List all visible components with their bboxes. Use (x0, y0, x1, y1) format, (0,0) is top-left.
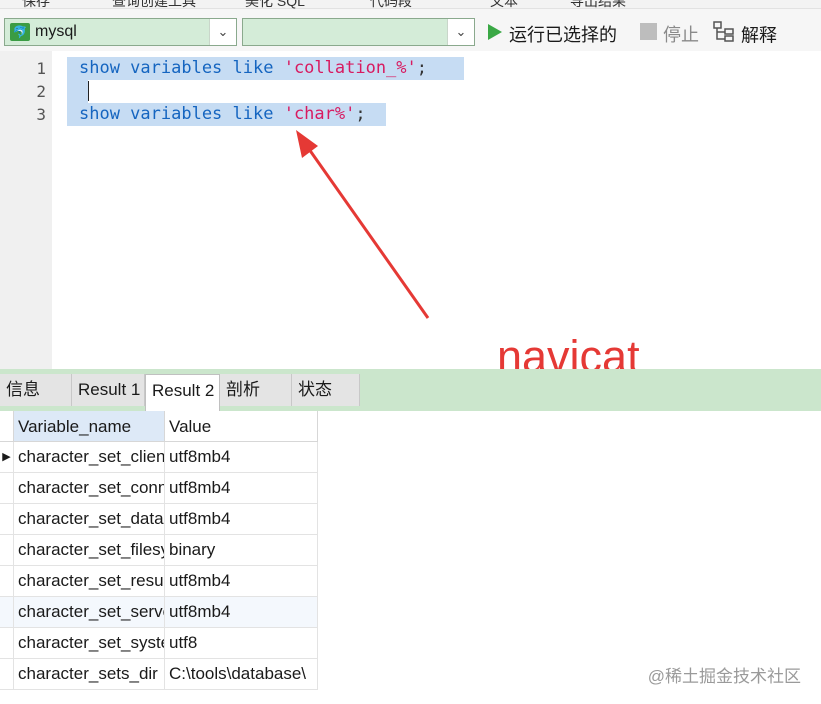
table-row[interactable]: character_sets_dir C:\tools\database\ (0, 659, 318, 690)
run-selected-button[interactable]: 运行已选择的 (487, 21, 617, 45)
annotation-arrow (296, 130, 430, 319)
line-number: 3 (36, 105, 46, 124)
tab-info[interactable]: 信息 (0, 374, 72, 406)
cell-variable-name[interactable]: character_set_database (14, 504, 165, 534)
tab-status[interactable]: 状态 (292, 374, 360, 406)
text-caret (88, 81, 89, 101)
cell-variable-name[interactable]: character_set_client (14, 442, 165, 472)
tab-label: Result 1 (78, 380, 141, 399)
row-marker[interactable] (0, 473, 14, 503)
tab-label: 信息 (6, 380, 40, 399)
tab-label: 剖析 (226, 380, 260, 399)
mysql-connection-icon: 🐬 (10, 23, 30, 41)
row-marker[interactable] (0, 628, 14, 658)
cell-value[interactable]: binary (165, 535, 318, 565)
cell-value[interactable]: utf8 (165, 628, 318, 658)
row-marker[interactable] (0, 504, 14, 534)
cell-variable-name[interactable]: character_sets_dir (14, 659, 165, 689)
connection-select[interactable]: 🐬 mysql ⌄ (4, 18, 237, 46)
cell-value[interactable]: C:\tools\database\ (165, 659, 318, 689)
sql-keywords: show variables like (79, 104, 284, 124)
current-row-marker-icon[interactable]: ▶ (0, 442, 14, 472)
line-number: 1 (36, 59, 46, 78)
cell-value[interactable]: utf8mb4 (165, 566, 318, 596)
table-row[interactable]: character_set_connectionutf8mb4 (0, 473, 318, 504)
cell-variable-name[interactable]: character_set_server (14, 597, 165, 627)
tab-result-1[interactable]: Result 1 (72, 374, 145, 406)
line-number: 2 (36, 82, 46, 101)
play-icon (487, 23, 503, 46)
row-header-corner (0, 411, 14, 442)
column-header[interactable]: Value (165, 411, 318, 442)
tab-label: Result 2 (152, 381, 215, 400)
tab-label: 状态 (298, 380, 332, 399)
tab-profile[interactable]: 剖析 (220, 374, 292, 406)
sql-terminator: ; (416, 58, 428, 78)
run-selected-label: 运行已选择的 (509, 25, 617, 45)
watermark: @稀土掘金技术社区 (647, 667, 801, 686)
cell-value[interactable]: utf8mb4 (165, 504, 318, 534)
row-marker[interactable] (0, 659, 14, 689)
selection-highlight (67, 80, 88, 103)
row-marker[interactable] (0, 566, 14, 596)
stop-icon (640, 23, 657, 45)
table-row[interactable]: character_set_systemutf8 (0, 628, 318, 659)
cell-value[interactable]: utf8mb4 (165, 597, 318, 627)
table-row[interactable]: character_set_results utf8mb4 (0, 566, 318, 597)
explain-label: 解释 (741, 25, 777, 46)
explain-tree-icon (713, 21, 735, 48)
chevron-down-icon[interactable]: ⌄ (209, 19, 236, 45)
chevron-down-icon[interactable]: ⌄ (447, 19, 474, 45)
line-number-gutter: 1 2 3 (0, 51, 52, 369)
explain-button[interactable]: 解释 (713, 21, 777, 48)
cell-variable-name[interactable]: character_set_system (14, 628, 165, 658)
column-header[interactable]: Variable_name (14, 411, 165, 442)
cell-variable-name[interactable]: character_set_filesystem (14, 535, 165, 565)
top-toolbar-strip: 保存 查询创建工具 美化 SQL 代码段 文本 导出结果 (0, 0, 821, 9)
database-select[interactable]: ⌄ (242, 18, 475, 46)
table-row[interactable]: character_set_databaseutf8mb4 (0, 504, 318, 535)
tab-result-2[interactable]: Result 2 (145, 374, 220, 411)
sql-string: 'collation_%' (283, 58, 417, 78)
connection-select-value: mysql (35, 23, 77, 40)
row-marker[interactable] (0, 597, 14, 627)
query-toolbar: 🐬 mysql ⌄ ⌄ 运行已选择的 停止 解释 (0, 9, 821, 51)
sql-keywords: show variables like (79, 58, 284, 78)
code-line-1: show variables like 'collation_%'; (79, 58, 427, 78)
stop-label: 停止 (663, 25, 699, 45)
result-grid: Variable_name Value ▶ character_set_clien… (0, 411, 318, 696)
cell-value[interactable]: utf8mb4 (165, 442, 318, 472)
table-row[interactable]: character_set_filesystembinary (0, 535, 318, 566)
table-row[interactable]: ▶ character_set_client utf8mb4 (0, 442, 318, 473)
stop-button[interactable]: 停止 (640, 21, 699, 45)
cell-value[interactable]: utf8mb4 (165, 473, 318, 503)
result-tab-bar: 信息 Result 1 Result 2 剖析 状态 (0, 369, 821, 411)
row-marker[interactable] (0, 535, 14, 565)
cell-variable-name[interactable]: character_set_connection (14, 473, 165, 503)
table-row[interactable]: character_set_server utf8mb4 (0, 597, 318, 628)
cell-variable-name[interactable]: character_set_results (14, 566, 165, 596)
